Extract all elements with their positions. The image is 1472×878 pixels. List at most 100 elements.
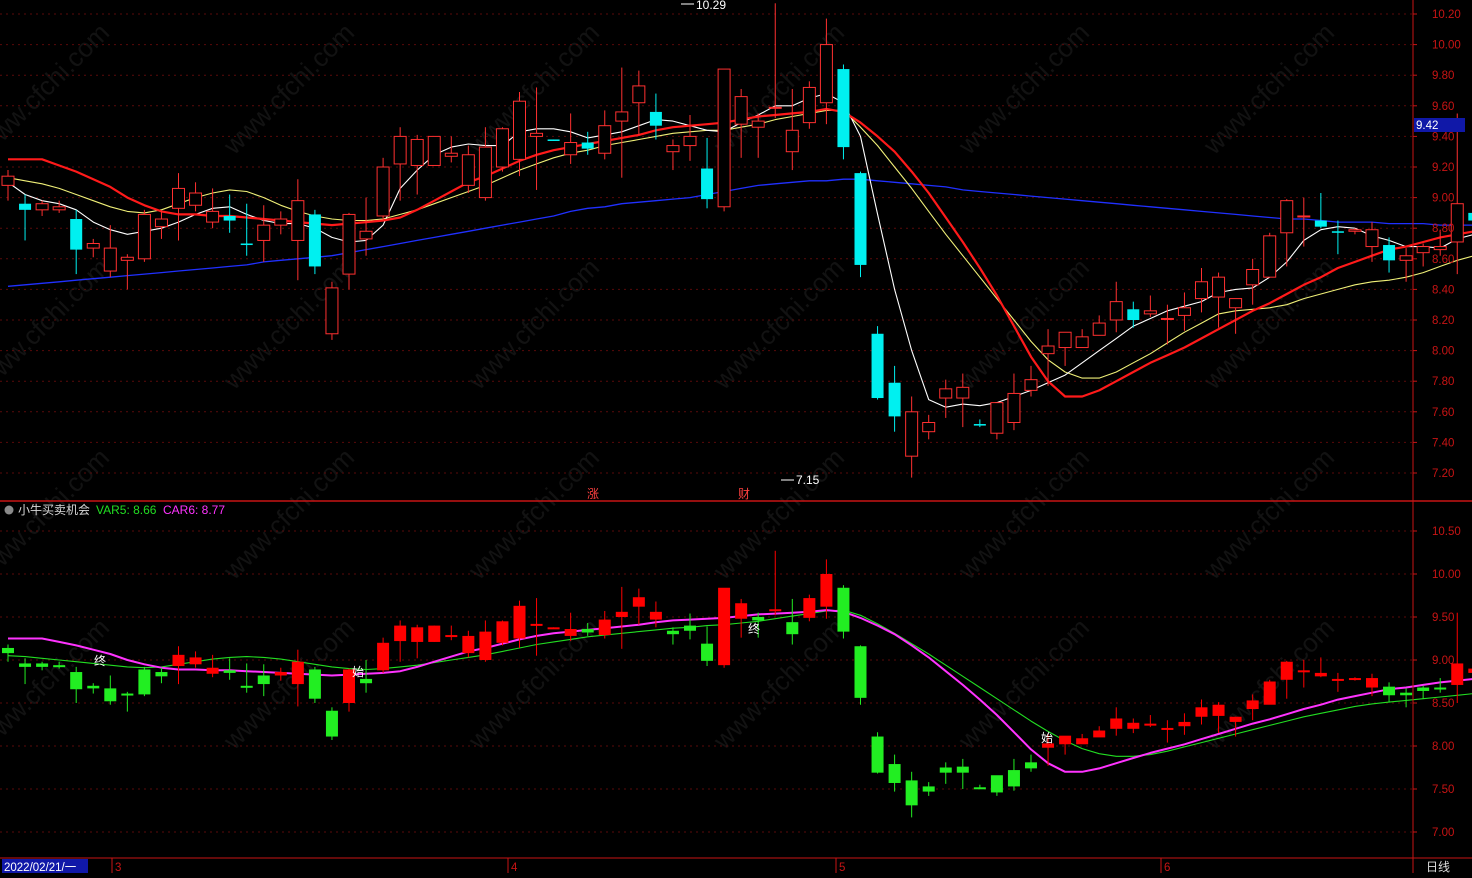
indicator-body[interactable] — [615, 611, 628, 617]
indicator-body[interactable] — [837, 587, 850, 632]
indicator-body[interactable] — [36, 663, 49, 667]
candle-body-up[interactable] — [137, 213, 151, 260]
indicator-body[interactable] — [1076, 738, 1089, 745]
indicator-body[interactable] — [223, 670, 236, 673]
indicator-name[interactable]: 小牛买卖机会 — [18, 502, 90, 517]
indicator-body[interactable] — [189, 657, 202, 665]
candle-body-up[interactable] — [359, 230, 373, 240]
indicator-body[interactable] — [820, 574, 833, 607]
candle-body-up[interactable] — [564, 142, 578, 156]
indicator-body[interactable] — [752, 617, 765, 621]
indicator-body[interactable] — [1314, 672, 1327, 677]
candle-body-up[interactable] — [325, 287, 339, 335]
candle-body-up[interactable] — [1399, 255, 1413, 261]
indicator-body[interactable] — [922, 786, 935, 792]
candle-body-up[interactable] — [598, 125, 612, 154]
candle-body-up[interactable] — [172, 187, 185, 209]
candle-body-down[interactable] — [701, 168, 714, 200]
candle-body-up[interactable] — [1109, 301, 1123, 321]
indicator-body[interactable] — [1025, 762, 1037, 769]
indicator-body[interactable] — [581, 629, 594, 633]
indicator-body[interactable] — [1161, 727, 1174, 730]
candle-body-up[interactable] — [1041, 345, 1055, 355]
candle-body-up[interactable] — [478, 146, 492, 199]
candle-body-up[interactable] — [922, 422, 936, 433]
candle-body-down[interactable] — [223, 215, 236, 221]
candle-body-up[interactable] — [1024, 379, 1038, 391]
candle-body-up[interactable] — [1160, 317, 1174, 320]
indicator-body[interactable] — [257, 675, 270, 685]
indicator-body[interactable] — [1195, 707, 1208, 717]
candle-body-up[interactable] — [785, 129, 799, 153]
candle-body-up[interactable] — [1365, 229, 1379, 248]
indicator-body[interactable] — [496, 621, 509, 643]
indicator-body[interactable] — [1280, 661, 1293, 680]
candle-body-up[interactable] — [956, 386, 970, 399]
candle-body-up[interactable] — [103, 247, 117, 272]
indicator-body[interactable] — [598, 619, 611, 636]
indicator-body[interactable] — [530, 623, 543, 626]
candle-body-down[interactable] — [1383, 245, 1396, 261]
candle-body-up[interactable] — [1007, 392, 1021, 424]
indicator-body[interactable] — [19, 663, 32, 667]
indicator-body[interactable] — [155, 672, 168, 677]
candle-body-down[interactable] — [547, 139, 560, 141]
candle-body-up[interactable] — [393, 135, 407, 165]
candle-body-up[interactable] — [206, 210, 220, 223]
candle-body-up[interactable] — [1075, 336, 1089, 349]
candle-body-down[interactable] — [70, 219, 83, 250]
indicator-body[interactable] — [138, 669, 151, 695]
indicator-body[interactable] — [1331, 678, 1344, 681]
candle-body-up[interactable] — [1195, 281, 1208, 300]
indicator-body[interactable] — [871, 736, 884, 773]
candle-body-up[interactable] — [376, 166, 390, 217]
indicator-body[interactable] — [1212, 704, 1225, 716]
candle-body-up[interactable] — [1297, 215, 1311, 218]
candle-body-up[interactable] — [717, 68, 731, 208]
indicator-body[interactable] — [291, 661, 304, 685]
indicator-body[interactable] — [684, 625, 696, 631]
indicator-body[interactable] — [649, 611, 662, 620]
candle-body-up[interactable] — [495, 128, 509, 168]
candle-body-up[interactable] — [530, 132, 544, 137]
indicator-body[interactable] — [121, 693, 134, 696]
indicator-body[interactable] — [956, 766, 969, 773]
indicator-body[interactable] — [632, 597, 645, 607]
candle-body-down[interactable] — [1127, 309, 1140, 320]
indicator-body[interactable] — [564, 629, 577, 636]
candle-body-up[interactable] — [905, 411, 919, 457]
candle-body-up[interactable] — [1177, 307, 1191, 316]
indicator-body[interactable] — [803, 598, 816, 618]
indicator-body[interactable] — [905, 780, 918, 806]
indicator-body[interactable] — [462, 635, 475, 654]
indicator-body[interactable] — [70, 672, 83, 690]
candle-body-up[interactable] — [990, 402, 1004, 434]
candle-body-down[interactable] — [1468, 212, 1472, 221]
candle-body-up[interactable] — [1246, 269, 1260, 286]
indicator-body[interactable] — [666, 630, 679, 635]
candle-body-up[interactable] — [35, 203, 49, 211]
candle-body-up[interactable] — [683, 135, 697, 147]
candle-body-down[interactable] — [308, 214, 321, 267]
candle-body-up[interactable] — [1143, 310, 1157, 315]
indicator-body[interactable] — [1263, 681, 1276, 705]
candle-body-up[interactable] — [189, 192, 203, 206]
indicator-body[interactable] — [718, 587, 731, 666]
candle-body-up[interactable] — [427, 135, 441, 166]
indicator-body[interactable] — [786, 622, 799, 635]
indicator-body[interactable] — [990, 775, 1003, 793]
indicator-body[interactable] — [769, 609, 782, 612]
indicator-body[interactable] — [411, 627, 424, 642]
indicator-body[interactable] — [1144, 723, 1157, 726]
indicator-body[interactable] — [973, 787, 986, 790]
indicator-body[interactable] — [888, 764, 901, 783]
candle-body-up[interactable] — [819, 44, 833, 104]
candle-body-down[interactable] — [581, 142, 594, 149]
candle-body-down[interactable] — [240, 243, 253, 246]
indicator-body[interactable] — [240, 685, 253, 688]
indicator-body[interactable] — [547, 627, 560, 630]
candle-body-up[interactable] — [1263, 235, 1277, 278]
candle-body-up[interactable] — [1229, 298, 1243, 309]
candle-body-down[interactable] — [854, 173, 867, 265]
candle-body-up[interactable] — [768, 106, 782, 109]
